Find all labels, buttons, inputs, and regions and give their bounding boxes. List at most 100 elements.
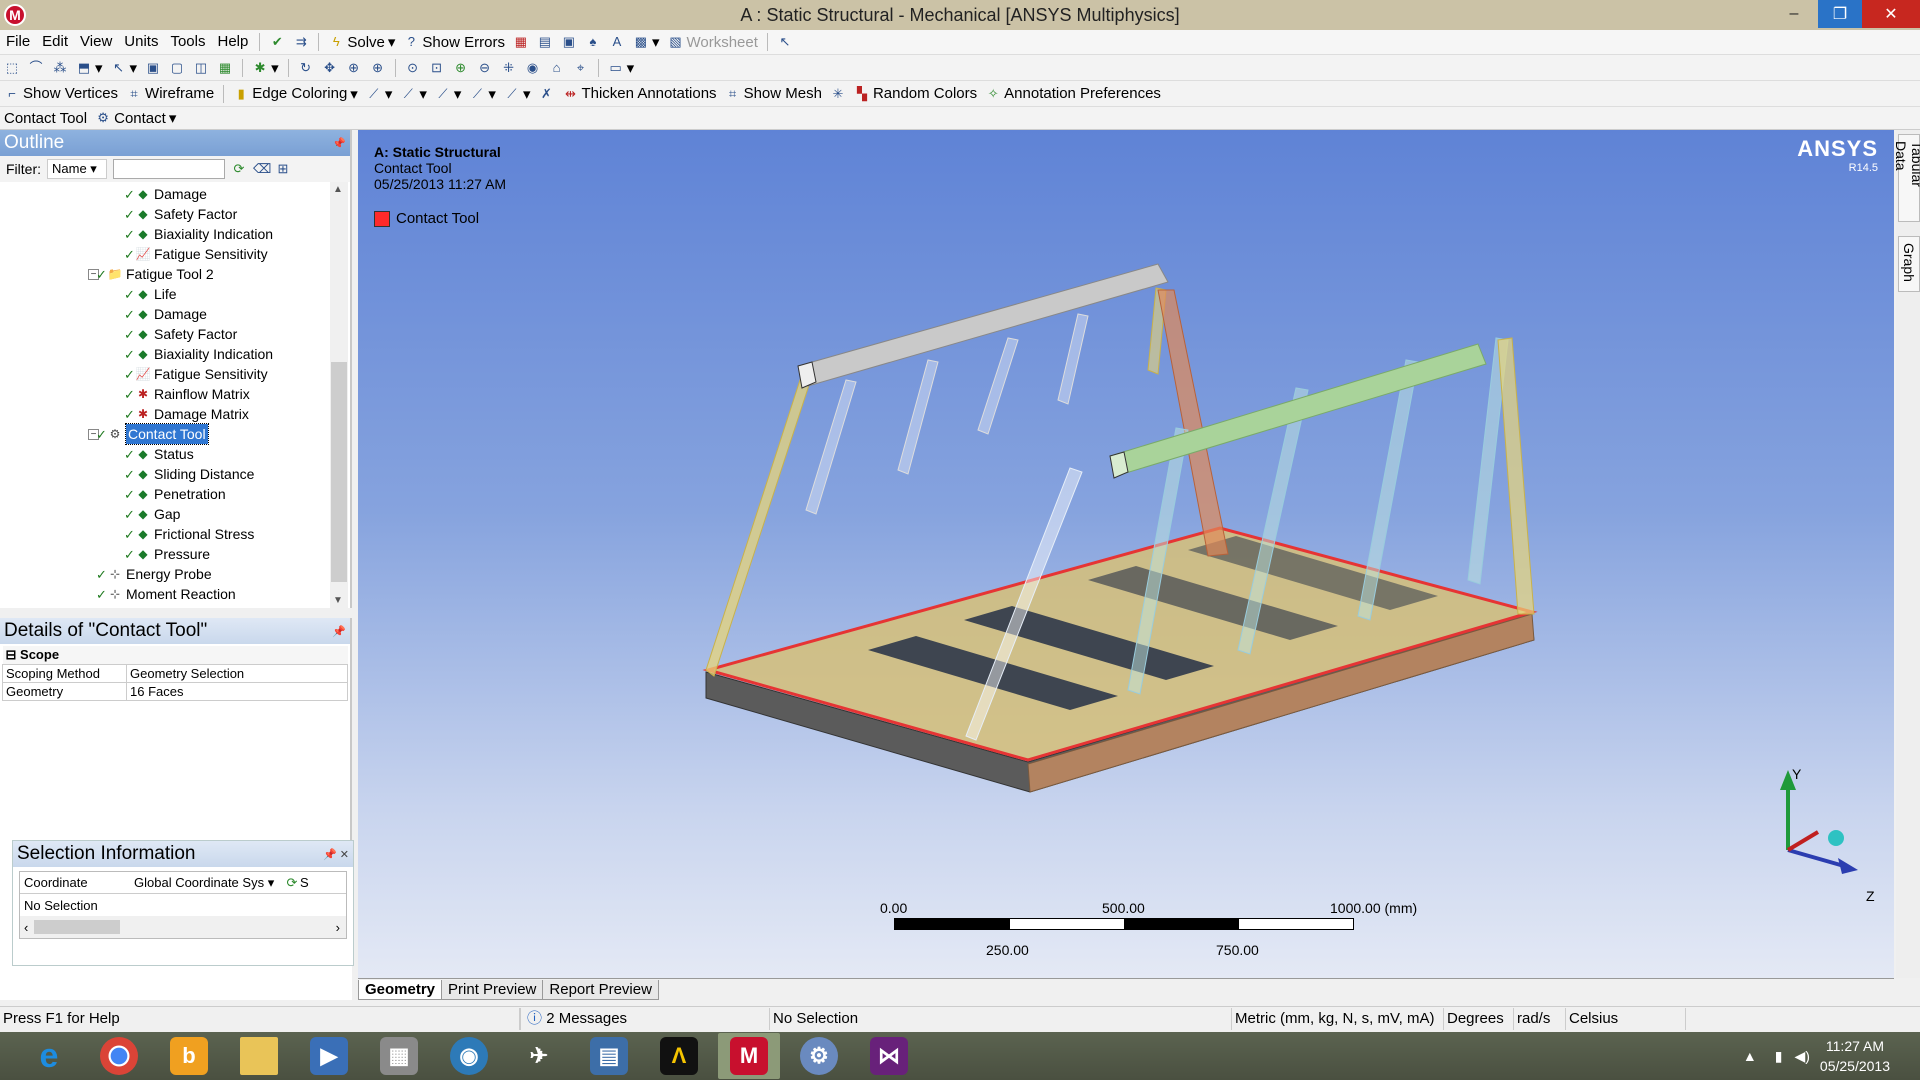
details-value[interactable]: Geometry Selection [126, 664, 348, 683]
select-vertex-button[interactable]: ⁂ [48, 57, 72, 79]
refresh-button[interactable]: ⇉ [289, 31, 313, 53]
document-icon[interactable]: ▤ [578, 1033, 640, 1079]
collapse-icon[interactable]: ⊟ [6, 647, 17, 662]
wall-icon[interactable]: ▦ [368, 1033, 430, 1079]
isometric-button[interactable]: ⌂ [545, 57, 569, 79]
expand-all-icon[interactable]: ⊞ [275, 161, 291, 177]
edge-style-5-button[interactable]: ⟋ ▾ [500, 83, 535, 105]
tree-item[interactable]: ✓ ◆ Biaxiality Indication [0, 344, 350, 364]
edge-coloring-button[interactable]: ▮ Edge Coloring ▾ [229, 83, 362, 105]
extend-limits-button[interactable]: ▦ [213, 57, 237, 79]
viewports-button[interactable]: ▭ ▾ [604, 57, 639, 79]
details-row[interactable]: Geometry 16 Faces [2, 682, 348, 701]
tab-geometry[interactable]: Geometry [358, 980, 443, 1000]
comment-button[interactable]: ▣ [557, 31, 581, 53]
select-edge-button[interactable]: ⌒ [24, 57, 48, 79]
pin-icon[interactable]: 📌 [332, 137, 346, 150]
tree-item[interactable]: ✓ ◆ Safety Factor [0, 324, 350, 344]
tray-expand-icon[interactable]: ▲ [1743, 1048, 1757, 1064]
details-row[interactable]: Scoping Method Geometry Selection [2, 664, 348, 683]
coord-select[interactable]: Global Coordinate Sys ▾ [134, 875, 284, 891]
tree-item[interactable]: ✓ ◆ Penetration [0, 484, 350, 504]
previous-view-button[interactable]: ⁜ [497, 57, 521, 79]
zoom-window-button[interactable]: ⊕ [449, 57, 473, 79]
tree-item[interactable]: ✓ ◆ Damage [0, 304, 350, 324]
solve-button[interactable]: ϟ Solve ▾ [324, 31, 399, 53]
status-rate[interactable]: rad/s [1514, 1007, 1566, 1030]
tree-item[interactable]: ✓ ◆ Safety Factor [0, 204, 350, 224]
tree-item[interactable]: − ✓ 📁 Fatigue Tool 2 [0, 264, 350, 284]
explode-button[interactable]: ✱ ▾ [248, 57, 283, 79]
tree-item[interactable]: ✓ ◆ Frictional Stress [0, 524, 350, 544]
maximize-button[interactable]: ❐ [1818, 0, 1862, 28]
context-help-button[interactable]: ↖ [773, 31, 797, 53]
design-modeler-icon[interactable]: ⚙ [788, 1033, 850, 1079]
clear-filter-icon[interactable]: ⌫ [253, 161, 271, 177]
tab-print-preview[interactable]: Print Preview [441, 980, 544, 1000]
menu-help[interactable]: Help [212, 30, 255, 54]
edge-style-3-button[interactable]: ⟋ ▾ [431, 83, 466, 105]
scroll-thumb[interactable] [331, 362, 347, 582]
wireframe-button[interactable]: ⌗ Wireframe [122, 83, 218, 105]
close-button[interactable]: ✕ [1862, 0, 1920, 28]
pin-close-icons[interactable]: 📌 ✕ [323, 848, 349, 861]
plane-icon[interactable]: ✈ [508, 1033, 570, 1079]
menu-view[interactable]: View [74, 30, 118, 54]
show-mesh-button[interactable]: ⌗ Show Mesh [721, 83, 826, 105]
pin-icon[interactable]: 📌 [332, 625, 346, 638]
status-temp[interactable]: Celsius [1566, 1007, 1686, 1030]
visual-studio-icon[interactable]: ⋈ [858, 1033, 920, 1079]
filter-type-select[interactable]: Name ▾ [47, 159, 107, 179]
random-colors-button[interactable]: ▚ Random Colors [850, 83, 981, 105]
mechanical-icon[interactable]: M [718, 1033, 780, 1079]
graphics-viewport[interactable]: A: Static Structural Contact Tool 05/25/… [358, 130, 1894, 978]
show-errors-button[interactable]: ? Show Errors [399, 31, 509, 53]
model-svg[interactable] [358, 130, 1894, 978]
select-body-button[interactable]: ▣ [141, 57, 165, 79]
scroll-down-icon[interactable]: ▼ [333, 595, 343, 606]
internet-explorer-icon[interactable]: e [18, 1033, 80, 1079]
tree-item[interactable]: ✓ ⊹ Energy Probe [0, 564, 350, 584]
image-button[interactable]: ▩ ▾ [629, 31, 664, 53]
tab-tabular-data[interactable]: Tabular Data [1893, 134, 1920, 222]
network-icon[interactable]: ▮ [1775, 1048, 1783, 1065]
menu-units[interactable]: Units [118, 30, 164, 54]
filter-input[interactable] [113, 159, 225, 179]
selection-hscroll[interactable]: ‹ › [20, 916, 346, 938]
tree-item[interactable]: ✓ 📈 Fatigue Sensitivity [0, 364, 350, 384]
scroll-up-icon[interactable]: ▲ [333, 184, 343, 195]
tree-item[interactable]: − ✓ ⚙ Contact Tool [0, 423, 350, 445]
menu-tools[interactable]: Tools [164, 30, 211, 54]
outline-scrollbar[interactable]: ▲ ▼ [330, 182, 348, 608]
zoom-fit-button[interactable]: ⊡ [425, 57, 449, 79]
edge-style-1-button[interactable]: ⟋ ▾ [362, 83, 397, 105]
annotation-preferences-button[interactable]: ✧ Annotation Preferences [981, 83, 1165, 105]
workbench-icon[interactable]: ▶ [298, 1033, 360, 1079]
edge-direction-button[interactable]: ✗ [534, 83, 558, 105]
edge-style-4-button[interactable]: ⟋ ▾ [465, 83, 500, 105]
tree-item[interactable]: ✓ ⊹ Moment Reaction [0, 584, 350, 604]
refresh-filter-icon[interactable]: ⟳ [231, 161, 247, 177]
clock[interactable]: 11:27 AM 05/25/2013 [1820, 1036, 1890, 1076]
edge-style-2-button[interactable]: ⟋ ▾ [396, 83, 431, 105]
chrome-icon[interactable] [88, 1033, 150, 1079]
minimize-button[interactable]: – [1770, 0, 1818, 28]
tab-report-preview[interactable]: Report Preview [542, 980, 659, 1000]
select-mode-button[interactable]: ↖ ▾ [107, 57, 142, 79]
menu-file[interactable]: File [0, 30, 36, 54]
bing-icon[interactable]: b [158, 1033, 220, 1079]
tree-item[interactable]: ✓ ✱ Damage Matrix [0, 404, 350, 424]
details-value[interactable]: 16 Faces [126, 682, 348, 701]
status-angle[interactable]: Degrees [1444, 1007, 1514, 1030]
tree-item[interactable]: ✓ ◆ Status [0, 444, 350, 464]
file-explorer-icon[interactable] [228, 1033, 290, 1079]
select-all-button[interactable]: ▢ [165, 57, 189, 79]
next-view-button[interactable]: ◉ [521, 57, 545, 79]
zoom-in-button[interactable]: ⊕ [366, 57, 390, 79]
probe-button[interactable]: ♠ [581, 31, 605, 53]
tree-item[interactable]: ✓ ◆ Life [0, 284, 350, 304]
menu-edit[interactable]: Edit [36, 30, 74, 54]
tab-graph[interactable]: Graph [1898, 236, 1920, 292]
refresh-icon[interactable]: ⟳ [284, 875, 300, 891]
details-category-row[interactable]: ⊟ Scope [2, 646, 348, 665]
